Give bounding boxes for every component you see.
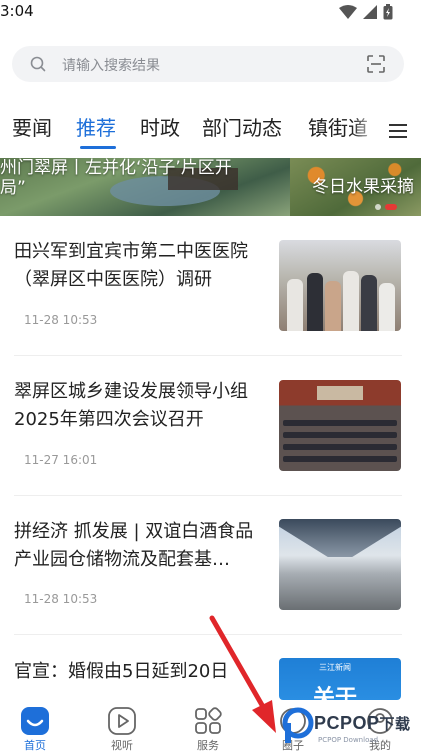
news-thumbnail: [279, 519, 401, 610]
news-thumbnail: 三江新闻 关于: [279, 658, 401, 700]
divider: [14, 495, 402, 496]
home-icon: [21, 707, 49, 735]
banner-caption-left: 州门翠屏丨左并化‘沿子’片区开 局”: [0, 158, 232, 198]
tab-tuijian[interactable]: 推荐: [76, 112, 116, 141]
news-thumbnail: [279, 380, 401, 471]
news-title: 田兴军到宜宾市第二中医医院（翠屏区中医医院）调研: [14, 241, 248, 290]
video-icon: [108, 707, 136, 735]
carousel-dots: [375, 204, 397, 210]
active-tab-indicator: [80, 146, 116, 149]
menu-icon[interactable]: [389, 124, 407, 138]
scan-icon[interactable]: [366, 54, 386, 74]
signal-icon: [363, 5, 377, 19]
tab-bumen-dongtai[interactable]: 部门动态: [202, 112, 282, 141]
search-input[interactable]: 请输入搜索结果: [62, 55, 160, 75]
news-thumbnail: [279, 240, 401, 331]
search-icon: [30, 56, 46, 72]
services-icon: [195, 707, 222, 734]
wifi-icon: [339, 5, 357, 19]
battery-icon: [383, 4, 393, 20]
nav-video[interactable]: 视听: [92, 706, 152, 753]
banner-caption-right: 冬日水果采摘: [312, 177, 414, 197]
pcpop-logo-icon: [282, 707, 314, 743]
nav-home[interactable]: 首页: [5, 706, 65, 753]
watermark-sub: PCPOP Download: [318, 736, 379, 744]
news-title: 翠屏区城乡建设发展领导小组2025年第四次会议召开: [14, 381, 248, 430]
thumb-title: 关于: [313, 686, 358, 700]
news-time: 11-28 10:53: [24, 313, 98, 327]
thumb-tag: 三江新闻: [319, 663, 351, 672]
status-time: 3:04: [0, 2, 34, 20]
news-item[interactable]: 拼经济 抓发展 | 双谊白酒食品产业园仓储物流及配套基… 11-28 10:53: [0, 518, 421, 656]
news-time: 11-27 16:01: [24, 453, 98, 467]
news-title: 拼经济 抓发展 | 双谊白酒食品产业园仓储物流及配套基…: [14, 521, 254, 570]
status-icons: [339, 4, 393, 20]
status-bar: 3:04: [0, 0, 421, 26]
tabs-fade: [352, 104, 380, 152]
tab-yaowen[interactable]: 要闻: [12, 112, 52, 141]
banner-carousel[interactable]: 州门翠屏丨左并化‘沿子’片区开 局” 冬日水果采摘: [0, 158, 421, 216]
search-bar[interactable]: 请输入搜索结果: [12, 46, 404, 82]
divider: [14, 355, 402, 356]
channel-tabs: 要闻 推荐 时政 部门动态 镇街道: [0, 104, 421, 152]
news-title: 官宣：婚假由5日延到20日: [14, 661, 229, 682]
watermark-brand: PCPOP下载: [314, 713, 411, 733]
nav-services[interactable]: 服务: [178, 706, 238, 753]
news-time: 11-28 10:53: [24, 592, 98, 606]
tab-shizheng[interactable]: 时政: [140, 112, 180, 141]
divider: [14, 634, 402, 635]
news-item[interactable]: 官宣：婚假由5日延到20日 三江新闻 关于: [0, 658, 421, 700]
watermark: PCPOP下载 PCPOP Download: [282, 705, 421, 753]
